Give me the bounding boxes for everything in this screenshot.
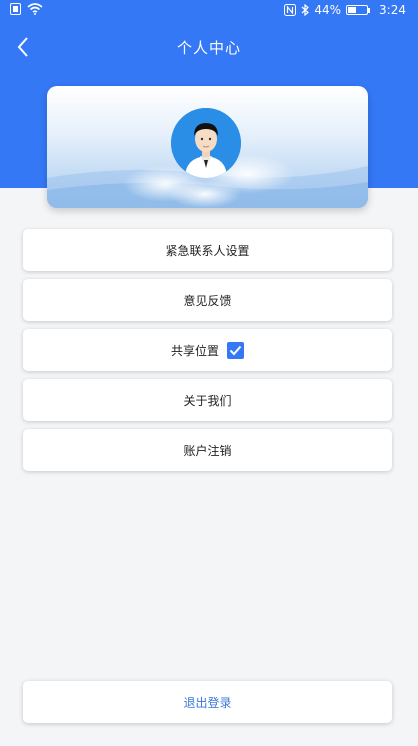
logout-button[interactable]: 退出登录: [23, 681, 392, 723]
menu-item-label: 共享位置: [170, 343, 219, 358]
menu-item-emergency-contact[interactable]: 紧急联系人设置: [23, 229, 392, 271]
page-title: 个人中心: [176, 39, 241, 57]
share-location-checkbox[interactable]: [227, 341, 244, 359]
sim-icon: [10, 3, 21, 15]
menu-item-feedback[interactable]: 意见反馈: [23, 279, 392, 321]
menu-item-delete-account[interactable]: 账户注销: [23, 429, 392, 471]
menu-item-label: 账户注销: [183, 443, 232, 458]
battery-percent: 44%: [314, 3, 342, 17]
wifi-icon: [27, 3, 43, 15]
nfc-icon: [284, 4, 297, 16]
profile-card: [47, 86, 368, 208]
battery-level: [348, 7, 356, 13]
menu-item-about[interactable]: 关于我们: [23, 379, 392, 421]
menu-item-share-location: 共享位置: [23, 329, 392, 371]
checkmark-icon: [229, 345, 242, 355]
bluetooth-icon: [301, 4, 310, 16]
status-time: 3:24: [379, 3, 406, 17]
avatar[interactable]: [171, 108, 241, 178]
menu-item-label: 紧急联系人设置: [165, 243, 250, 258]
menu-item-label: 意见反馈: [183, 293, 232, 308]
logout-label: 退出登录: [183, 695, 232, 710]
battery-icon: [346, 5, 371, 15]
menu-item-label: 关于我们: [183, 393, 232, 408]
nav-bar: 个人中心: [0, 28, 418, 66]
user-avatar-icon: [171, 108, 241, 178]
status-bar: 44% 3:24: [0, 0, 418, 22]
